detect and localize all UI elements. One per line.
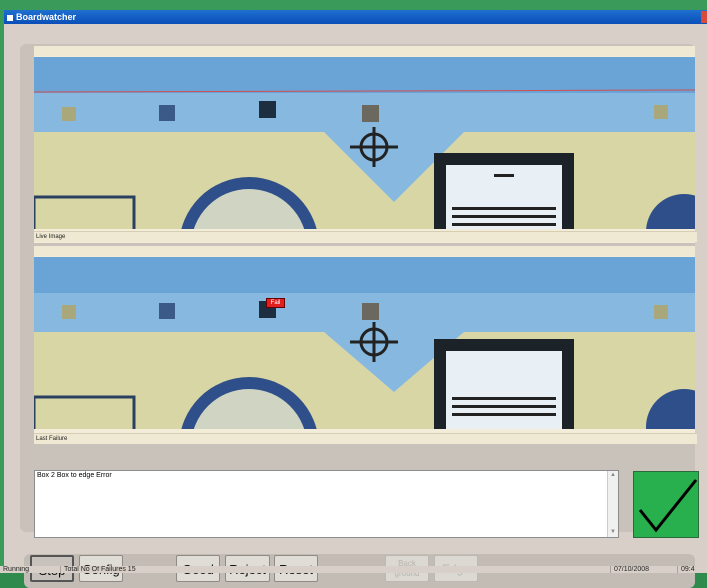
title-bar: Boardwatcher	[4, 10, 707, 24]
error-log[interactable]: Box 2 Box to edge Error ▲ ▼	[34, 470, 619, 538]
live-image-frame: Live Image	[34, 46, 697, 243]
failure-marker: Fail	[266, 298, 285, 308]
status-time: 09:4	[677, 566, 695, 573]
live-image-caption: Live Image	[34, 231, 697, 242]
log-scrollbar[interactable]: ▲ ▼	[607, 471, 618, 537]
live-image	[34, 57, 695, 229]
last-failure-image	[34, 257, 695, 429]
run-state: Running	[3, 566, 30, 573]
failure-count: Total No Of Failures 15	[60, 566, 136, 573]
failure-image-caption: Last Failure	[34, 433, 697, 444]
status-bar: Running Total No Of Failures 15 07/10/20…	[0, 566, 707, 573]
status-date: 07/10/2008	[610, 566, 649, 573]
last-failure-frame: Fail Last Failure	[34, 246, 697, 444]
failure-image-strip	[34, 246, 695, 256]
close-button[interactable]	[701, 11, 707, 23]
pass-status-indicator	[633, 471, 699, 538]
window-title: Boardwatcher	[16, 12, 77, 22]
scroll-down-icon[interactable]: ▼	[608, 528, 618, 537]
client-area: Live Image Fail Last Failure Box 2 Box t…	[4, 24, 707, 588]
live-image-strip	[34, 46, 695, 56]
error-log-text: Box 2 Box to edge Error	[37, 472, 112, 479]
scroll-up-icon[interactable]: ▲	[608, 471, 618, 480]
app-icon	[7, 14, 13, 21]
checkmark-icon	[638, 479, 698, 533]
